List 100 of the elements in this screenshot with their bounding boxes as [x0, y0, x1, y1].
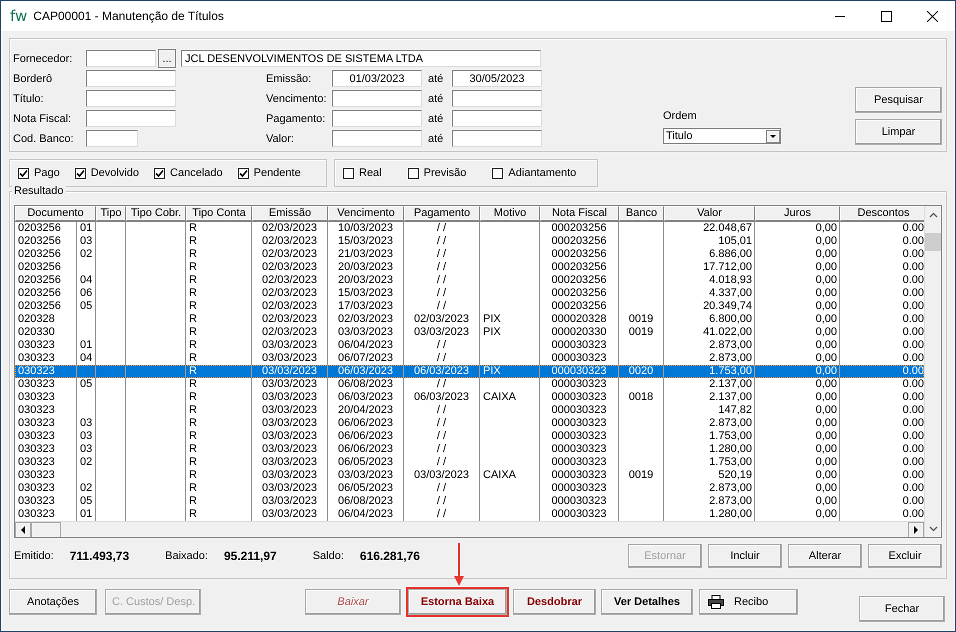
checkbox[interactable] [154, 168, 166, 178]
checkbox[interactable] [492, 168, 504, 178]
column-header[interactable]: Emissão [252, 206, 328, 221]
table-cell: 06/05/2023 [328, 456, 404, 469]
table-cell: 2.873,00 [664, 482, 755, 495]
table-cell: R [186, 274, 252, 287]
table-cell: 03 [77, 417, 96, 430]
table-cell: 2.873,00 [664, 495, 755, 508]
input-field[interactable] [452, 90, 542, 107]
input-field[interactable] [332, 110, 422, 127]
input-field[interactable] [332, 90, 422, 107]
column-header[interactable]: Valor [664, 206, 755, 221]
column-header[interactable]: Tipo Cobr. [126, 206, 186, 221]
input-field[interactable] [86, 50, 156, 67]
column-header[interactable]: Descontos [840, 206, 924, 221]
left-arrow-icon [20, 526, 26, 534]
table-cell: 147,82 [664, 404, 755, 417]
scroll-thumb[interactable] [925, 233, 941, 251]
checkbox-label[interactable]: Cancelado [170, 167, 223, 179]
table-cell: PIX [480, 365, 540, 378]
checkbox-label[interactable]: Devolvido [90, 167, 140, 179]
column-header[interactable]: Nota Fiscal [540, 206, 619, 221]
checkbox-label[interactable]: Adiantamento [508, 167, 576, 179]
table-cell: R [186, 339, 252, 352]
print-button[interactable]: Recibo [699, 589, 798, 615]
column-header[interactable]: Motivo [480, 206, 540, 221]
table-cell: 02/03/2023 [328, 313, 404, 326]
action-button[interactable]: Pesquisar [855, 87, 942, 113]
column-header[interactable]: Pagamento [404, 206, 480, 221]
checkbox[interactable] [74, 168, 86, 178]
input-field[interactable] [452, 110, 542, 127]
input-field[interactable] [86, 90, 176, 107]
table-cell: 0203256 [15, 261, 77, 274]
input-field[interactable] [86, 110, 176, 127]
table-cell: 000020330 [540, 326, 619, 339]
lookup-button[interactable]: ... [158, 49, 176, 68]
input-field[interactable] [452, 130, 542, 147]
checkbox[interactable] [343, 168, 354, 178]
table-cell: 0,00 [755, 417, 840, 430]
checkbox[interactable] [408, 168, 419, 178]
table-cell: 030323 [15, 430, 77, 443]
column-header[interactable]: Banco [619, 206, 664, 221]
action-button[interactable]: Anotações [9, 589, 97, 615]
table-cell: / / [404, 378, 480, 391]
table-cell: 06/06/2023 [328, 443, 404, 456]
checkbox[interactable] [238, 168, 249, 178]
scroll-right-button[interactable] [908, 522, 924, 537]
close-dialog-button[interactable]: Fechar [859, 596, 945, 622]
checkbox[interactable] [18, 168, 29, 178]
checkbox-label[interactable]: Pendente [254, 167, 301, 179]
column-header[interactable]: Juros [755, 206, 840, 221]
input-field[interactable]: 01/03/2023 [332, 70, 422, 87]
column-header[interactable]: Vencimento [328, 206, 404, 221]
action-button[interactable]: Estorna Baixa [408, 589, 507, 615]
scroll-down-icon[interactable] [928, 526, 938, 532]
action-button[interactable]: Limpar [855, 119, 942, 145]
order-dropdown[interactable]: Titulo [663, 128, 781, 144]
scroll-left-button[interactable] [15, 522, 31, 537]
table-cell: 0,00 [755, 222, 840, 235]
input-field[interactable] [332, 130, 422, 147]
table-cell: PIX [480, 326, 540, 339]
table-cell: 000030323 [540, 469, 619, 482]
close-icon[interactable] [926, 10, 938, 22]
checkbox-label[interactable]: Pago [34, 167, 60, 179]
checkbox-label[interactable]: Real [359, 167, 382, 179]
input-field[interactable]: JCL DESENVOLVIMENTOS DE SISTEMA LTDA [181, 50, 541, 67]
table-cell: 2.873,00 [664, 417, 755, 430]
action-button[interactable]: Desdobrar [513, 589, 596, 615]
table-cell: 03/03/2023 [252, 365, 328, 378]
input-field[interactable]: 30/05/2023 [452, 70, 542, 87]
column-header[interactable]: Documento [15, 206, 96, 221]
action-button[interactable]: Incluir [708, 544, 782, 568]
table-cell: 02 [77, 248, 96, 261]
action-button[interactable]: Ver Detalhes [601, 589, 693, 615]
input-field[interactable] [86, 130, 138, 147]
column-header[interactable]: Tipo Conta [186, 206, 252, 221]
table-cell: 0203256 [15, 287, 77, 300]
table-cell: 020330 [15, 326, 77, 339]
table-cell: 0018 [619, 391, 664, 404]
column-header[interactable]: Tipo [96, 206, 126, 221]
table-cell: 20.349,74 [664, 300, 755, 313]
field-label: Valor: [266, 132, 295, 144]
table-cell: 20/04/2023 [328, 404, 404, 417]
total-value: 711.493,73 [70, 549, 130, 563]
table-cell: 01 [77, 339, 96, 352]
input-field[interactable] [86, 70, 176, 87]
table-cell: 1.753,00 [664, 430, 755, 443]
action-button[interactable]: Alterar [788, 544, 862, 568]
maximize-icon[interactable] [880, 10, 892, 22]
scroll-up-icon[interactable] [928, 212, 938, 218]
table-cell: 03/03/2023 [252, 443, 328, 456]
total-label: Baixado: [165, 550, 208, 562]
checkbox-label[interactable]: Previsão [424, 167, 466, 179]
field-label: até [427, 112, 444, 124]
table-cell: 03/03/2023 [404, 469, 480, 482]
action-button[interactable]: Excluir [868, 544, 942, 568]
table-row[interactable]: 030323 R 03/03/2023 06/03/2023 06/03/2023 PIX 000030323 0020 1.753,00 0,00 0.00 [15, 365, 924, 378]
table-cell: 17.712,00 [664, 261, 755, 274]
table-cell: 030323 [15, 443, 77, 456]
scroll-thumb[interactable] [31, 522, 61, 537]
